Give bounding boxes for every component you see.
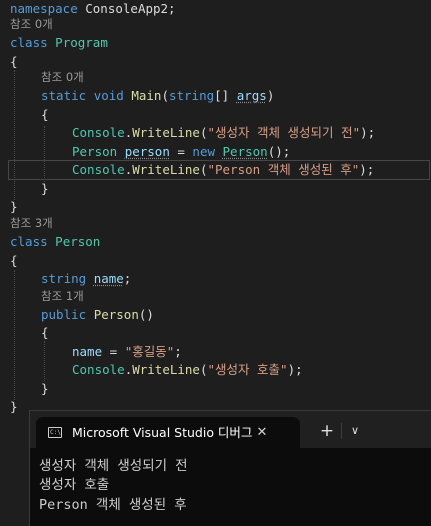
code-line-brace: { — [10, 251, 18, 270]
close-icon[interactable]: ✕ — [252, 417, 272, 448]
class-name-person: Person — [55, 234, 101, 249]
keyword-static: static — [41, 88, 87, 103]
new-tab-button[interactable]: + — [315, 417, 339, 445]
namespace-name: ConsoleApp2; — [77, 1, 176, 16]
class-ref-console: Console — [72, 125, 125, 140]
debug-console-window[interactable]: C:\ Microsoft Visual Studio 디버그 ✕ + ∨ 생성… — [29, 410, 431, 526]
codelens-person-refs[interactable]: 참조 3개 — [10, 215, 53, 231]
codelens-main-refs[interactable]: 참조 0개 — [41, 69, 84, 85]
close-brace: } — [41, 181, 49, 196]
console-output-line: Person 객체 생성된 후 — [39, 497, 187, 513]
open-brace: { — [41, 107, 49, 122]
code-line-brace: { — [41, 105, 49, 124]
code-line-class-person: class Person — [10, 232, 100, 251]
variable-person: person — [124, 144, 170, 159]
divider — [341, 423, 342, 439]
code-line-class-program: class Program — [10, 33, 108, 52]
code-line-brace: } — [10, 397, 18, 416]
code-line-writeline-ctor: Console.WriteLine("생성자 호출"); — [72, 360, 303, 379]
method-ref-writeline: WriteLine — [132, 125, 200, 140]
keyword-new: new — [192, 144, 215, 159]
keyword-class: class — [10, 234, 48, 249]
codelens-program-refs[interactable]: 참조 0개 — [10, 16, 53, 32]
class-ref-console: Console — [72, 362, 125, 377]
ctor-ref-person: Person — [222, 144, 268, 159]
console-output-line: 생성자 호출 — [39, 477, 110, 493]
close-brace: } — [41, 381, 49, 396]
type-ref-person: Person — [72, 144, 118, 159]
string-literal: "생성자 객체 생성되기 전" — [207, 125, 361, 140]
param-args: args — [236, 88, 267, 103]
method-ref-writeline: WriteLine — [132, 362, 200, 377]
assign-target-name: name — [72, 344, 103, 359]
code-line-ctor-signature: public Person() — [41, 305, 154, 324]
array-brackets: [] — [214, 88, 237, 103]
semicolon: ; — [123, 271, 132, 286]
code-line-field-name: string name; — [41, 269, 131, 288]
assign-op: = — [102, 344, 125, 359]
keyword-string: string — [168, 88, 215, 103]
indent-guide — [14, 270, 15, 400]
code-editor[interactable]: namespace ConsoleApp2; 참조 0개 class Progr… — [0, 0, 431, 414]
code-line-assign-name: name = "홍길동"; — [72, 342, 182, 361]
keyword-string: string — [41, 271, 87, 286]
semicolon: ; — [282, 144, 291, 159]
console-output-line: 생성자 객체 생성되기 전 — [39, 458, 188, 474]
code-line-writeline-before: Console.WriteLine("생성자 객체 생성되기 전"); — [72, 123, 375, 142]
code-line-new-person: Person person = new Person(); — [72, 142, 290, 161]
string-literal: "생성자 호출" — [207, 362, 288, 377]
ctor-parens: () — [267, 144, 283, 159]
keyword-class: class — [10, 35, 48, 50]
tab-title: Microsoft Visual Studio 디버그 — [72, 425, 253, 440]
codelens-ctor-refs[interactable]: 참조 1개 — [41, 288, 84, 304]
call-end: ); — [360, 125, 376, 140]
keyword-void: void — [93, 88, 124, 103]
console-icon: C:\ — [48, 427, 62, 438]
call-end: ); — [359, 162, 375, 177]
close-brace: } — [10, 399, 18, 414]
code-line-brace: { — [41, 323, 49, 342]
ctor-parens: () — [138, 307, 154, 322]
class-ref-console: Console — [72, 162, 125, 177]
terminal-titlebar[interactable]: C:\ Microsoft Visual Studio 디버그 ✕ + ∨ — [30, 411, 431, 448]
code-line-brace: } — [41, 379, 49, 398]
open-brace: { — [10, 54, 18, 69]
call-end: ); — [287, 362, 303, 377]
open-paren: ( — [161, 88, 169, 103]
code-line-main-signature: static void Main(string[] args) — [41, 86, 274, 105]
open-brace: { — [10, 253, 18, 268]
chevron-down-icon[interactable]: ∨ — [344, 417, 366, 445]
code-line-brace: { — [10, 52, 18, 71]
terminal-tab[interactable]: C:\ Microsoft Visual Studio 디버그 ✕ — [36, 417, 300, 448]
string-literal: "Person 객체 생성된 후" — [207, 162, 360, 177]
method-name-main: Main — [131, 88, 162, 103]
code-line-brace: } — [41, 179, 49, 198]
code-line-writeline-after: Console.WriteLine("Person 객체 생성된 후"); — [72, 160, 374, 179]
indent-guide — [44, 341, 45, 381]
close-paren: ) — [266, 88, 275, 103]
string-literal: "홍길동" — [124, 344, 175, 359]
indent-guide — [14, 70, 15, 200]
class-name-program: Program — [55, 35, 108, 50]
open-brace: { — [41, 325, 49, 340]
keyword-public: public — [41, 307, 87, 322]
keyword-namespace: namespace — [10, 1, 78, 16]
semicolon: ; — [174, 344, 182, 359]
ctor-name-person: Person — [93, 307, 139, 322]
assign-op: = — [169, 144, 193, 159]
code-line-brace: } — [10, 197, 18, 216]
field-name: name — [93, 271, 124, 286]
method-ref-writeline: WriteLine — [132, 162, 200, 177]
close-brace: } — [10, 199, 18, 214]
